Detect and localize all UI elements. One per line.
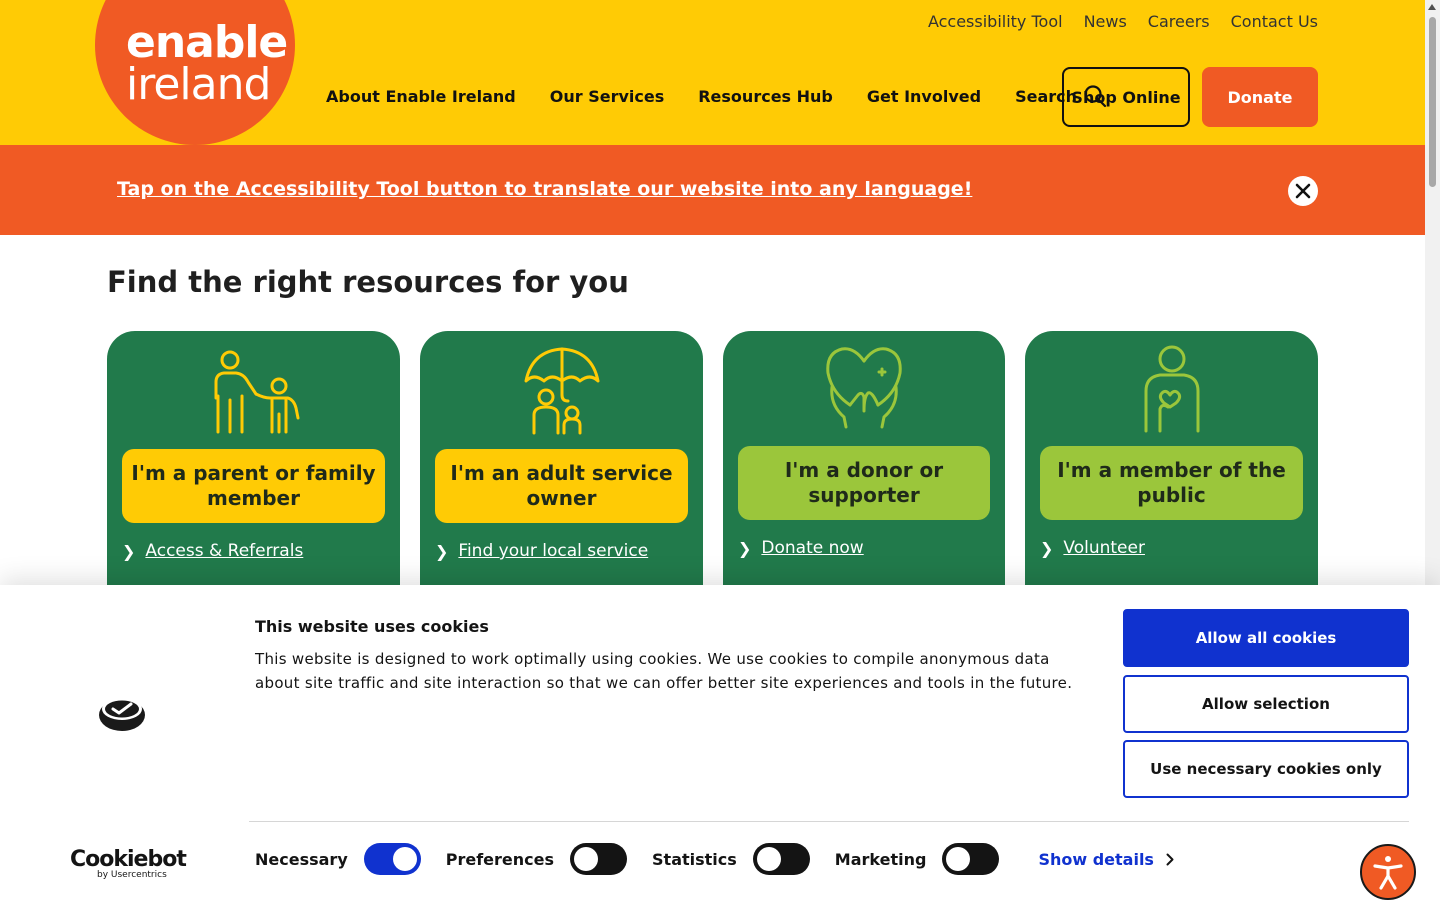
audience-card-public: I'm a member of the public ❯ Volunteer bbox=[1025, 331, 1318, 621]
chevron-right-icon: ❯ bbox=[1040, 538, 1054, 558]
accessibility-icon bbox=[1373, 856, 1403, 890]
cookie-divider bbox=[249, 821, 1409, 822]
cookie-description: This website is designed to work optimal… bbox=[255, 650, 1073, 692]
shop-online-button[interactable]: Shop Online bbox=[1062, 67, 1190, 127]
util-link-news[interactable]: News bbox=[1084, 12, 1127, 31]
nav-about[interactable]: About Enable Ireland bbox=[326, 87, 516, 106]
toggle-knob bbox=[574, 847, 599, 871]
util-link-accessibility-tool[interactable]: Accessibility Tool bbox=[928, 12, 1063, 31]
site-header: enable ireland Accessibility Tool News C… bbox=[0, 0, 1425, 145]
card-link-row: ❯ Find your local service bbox=[435, 541, 648, 561]
cookie-icon bbox=[99, 698, 145, 731]
banner-close-button[interactable] bbox=[1288, 176, 1318, 206]
card-label-adult-service[interactable]: I'm an adult service owner bbox=[435, 449, 688, 523]
card-label-public[interactable]: I'm a member of the public bbox=[1040, 446, 1303, 520]
scroll-thumb[interactable] bbox=[1429, 17, 1436, 187]
allow-selection-button[interactable]: Allow selection bbox=[1123, 675, 1409, 733]
cookiebot-name: Cookiebot bbox=[70, 847, 187, 872]
nav-resources-hub[interactable]: Resources Hub bbox=[698, 87, 833, 106]
consent-preferences: Preferences bbox=[445, 843, 628, 875]
consent-necessary: Necessary bbox=[255, 843, 421, 875]
allow-all-cookies-button[interactable]: Allow all cookies bbox=[1123, 609, 1409, 667]
util-link-careers[interactable]: Careers bbox=[1148, 12, 1210, 31]
close-icon bbox=[1295, 183, 1311, 199]
donate-button[interactable]: Donate bbox=[1202, 67, 1318, 127]
audience-card-donor: I'm a donor or supporter ❯ Donate now bbox=[723, 331, 1005, 621]
card-label-parent[interactable]: I'm a parent or family member bbox=[122, 449, 385, 523]
chevron-right-icon: ❯ bbox=[435, 541, 449, 561]
utility-nav: Accessibility Tool News Careers Contact … bbox=[928, 12, 1318, 31]
link-volunteer[interactable]: Volunteer bbox=[1063, 538, 1145, 558]
page-heading: Find the right resources for you bbox=[107, 265, 629, 299]
chevron-right-icon: ❯ bbox=[738, 538, 752, 558]
consent-statistics: Statistics bbox=[652, 843, 810, 875]
chevron-right-icon: ❯ bbox=[122, 541, 136, 561]
cookie-consent-dialog: This website uses cookies This website i… bbox=[0, 585, 1440, 900]
consent-label-marketing: Marketing bbox=[834, 849, 927, 869]
banner-link[interactable]: Tap on the Accessibility Tool button to … bbox=[117, 178, 972, 200]
umbrella-family-icon bbox=[524, 347, 599, 435]
cookie-title: This website uses cookies bbox=[255, 617, 489, 636]
toggle-knob bbox=[756, 847, 781, 871]
necessary-toggle[interactable] bbox=[363, 843, 421, 875]
logo-line-1: enable bbox=[126, 17, 288, 68]
util-link-contact-us[interactable]: Contact Us bbox=[1231, 12, 1318, 31]
toggle-knob bbox=[946, 847, 971, 871]
toggle-knob bbox=[392, 847, 417, 871]
main-nav: About Enable Ireland Our Services Resour… bbox=[326, 84, 1107, 108]
chevron-right-icon bbox=[1166, 853, 1174, 865]
consent-marketing: Marketing bbox=[835, 843, 1000, 875]
nav-get-involved[interactable]: Get Involved bbox=[867, 87, 981, 106]
necessary-only-button[interactable]: Use necessary cookies only bbox=[1123, 740, 1409, 798]
card-link-row: ❯ Access & Referrals bbox=[122, 541, 303, 561]
preferences-toggle[interactable] bbox=[570, 843, 628, 875]
link-donate-now[interactable]: Donate now bbox=[761, 538, 863, 558]
link-access-referrals[interactable]: Access & Referrals bbox=[145, 541, 303, 561]
logo-line-2: ireland bbox=[126, 59, 271, 110]
logo-text: enable ireland bbox=[126, 17, 288, 110]
parent-child-icon bbox=[214, 350, 299, 434]
card-label-donor[interactable]: I'm a donor or supporter bbox=[738, 446, 990, 520]
cookiebot-logo[interactable]: Cookiebot by Usercentrics bbox=[70, 847, 187, 880]
enable-ireland-logo[interactable]: enable ireland bbox=[95, 0, 295, 145]
card-link-row: ❯ Volunteer bbox=[1040, 538, 1145, 558]
heart-hands-icon bbox=[826, 347, 902, 429]
translate-banner: Tap on the Accessibility Tool button to … bbox=[0, 145, 1425, 235]
statistics-toggle[interactable] bbox=[752, 843, 810, 875]
link-find-local-service[interactable]: Find your local service bbox=[458, 541, 648, 561]
audience-card-adult-service: I'm an adult service owner ❯ Find your l… bbox=[420, 331, 703, 621]
nav-our-services[interactable]: Our Services bbox=[550, 87, 665, 106]
consent-label-preferences: Preferences bbox=[445, 849, 555, 869]
audience-card-parent: I'm a parent or family member ❯ Access &… bbox=[107, 331, 400, 621]
marketing-toggle[interactable] bbox=[942, 843, 1000, 875]
show-details-label: Show details bbox=[1038, 849, 1154, 869]
consent-toggles: Necessary Preferences Statistics Marketi… bbox=[255, 843, 1174, 875]
consent-label-statistics: Statistics bbox=[652, 849, 737, 869]
scroll-up-arrow-icon[interactable] bbox=[1428, 4, 1436, 10]
consent-label-necessary: Necessary bbox=[255, 849, 348, 869]
person-heart-icon bbox=[1144, 345, 1199, 433]
card-link-row: ❯ Donate now bbox=[738, 538, 864, 558]
show-details-link[interactable]: Show details bbox=[1038, 850, 1174, 869]
accessibility-widget-button[interactable] bbox=[1360, 844, 1416, 900]
